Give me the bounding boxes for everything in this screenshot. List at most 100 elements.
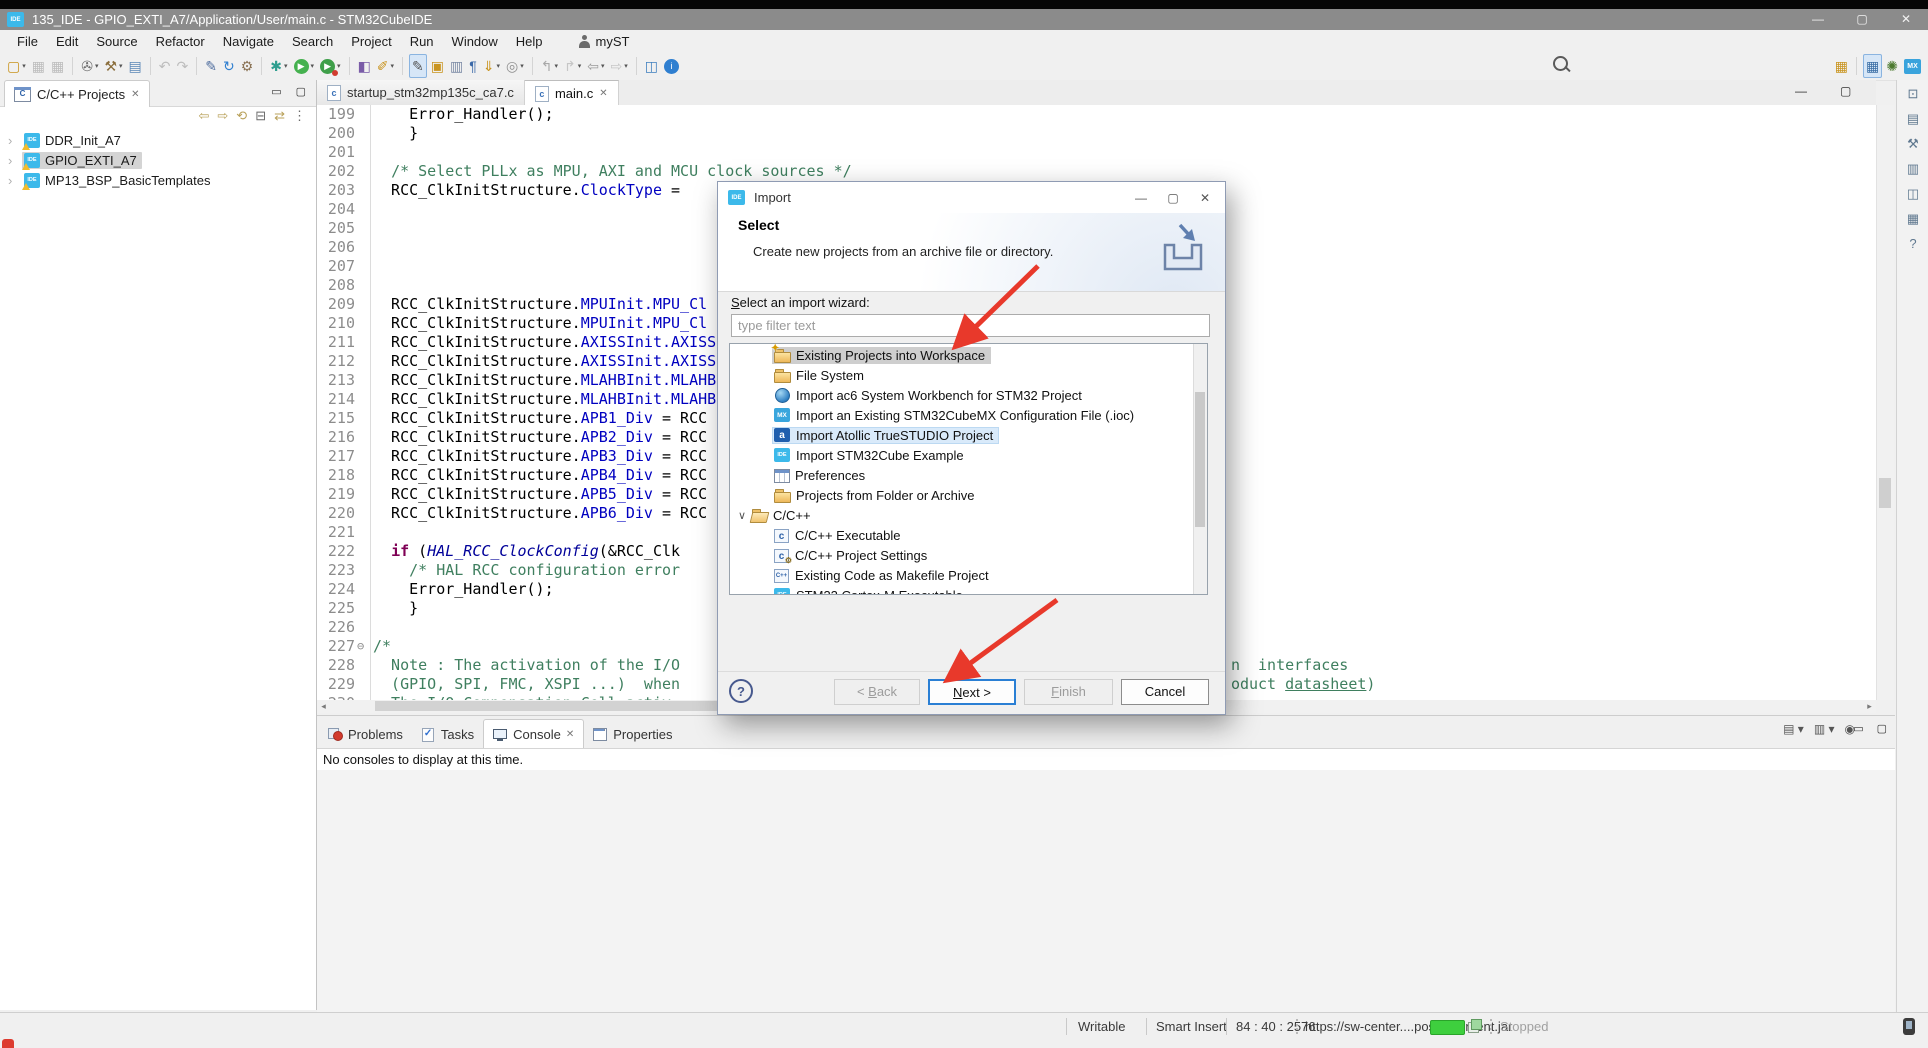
refresh-icon[interactable]: ↻ <box>221 55 237 77</box>
documentation-view-icon[interactable]: ▥ <box>1907 161 1919 177</box>
remote-device-icon[interactable] <box>1903 1018 1915 1035</box>
help-button[interactable]: ? <box>729 679 753 703</box>
scroll-left-icon[interactable]: ◂ <box>317 700 330 713</box>
show-templates-icon[interactable]: ▥ <box>448 55 465 77</box>
open-console-icon[interactable]: ▤ ▾ <box>1783 722 1804 736</box>
view-menu-icon[interactable]: ⋮ <box>293 108 306 124</box>
link-with-editor-icon[interactable]: ⇄ <box>274 108 285 124</box>
help-view-icon[interactable]: ? <box>1909 236 1916 251</box>
maximize-button[interactable]: ▢ <box>1840 9 1884 30</box>
menu-project[interactable]: Project <box>342 32 400 51</box>
build-targets-view-icon[interactable]: ⚒ <box>1907 136 1919 152</box>
menu-window[interactable]: Window <box>443 32 507 51</box>
collapse-all-icon[interactable]: ⊟ <box>255 108 266 124</box>
info-icon[interactable]: i <box>662 55 681 77</box>
editor-tab-main.c[interactable]: cmain.c✕ <box>525 80 619 106</box>
finish-button[interactable]: Finish <box>1024 679 1113 705</box>
forward-history-icon[interactable]: ⇨▾ <box>609 55 630 77</box>
open-type-icon[interactable]: ▣ <box>429 55 446 77</box>
wizard-item[interactable]: Projects from Folder or Archive <box>730 485 1208 505</box>
editor-vertical-scrollbar[interactable] <box>1876 105 1894 700</box>
scroll-right-icon[interactable]: ▸ <box>1863 700 1876 713</box>
expanded-chevron-icon[interactable]: ∨ <box>735 509 749 522</box>
wizard-item[interactable]: File System <box>730 365 1208 385</box>
menu-run[interactable]: Run <box>401 32 443 51</box>
close-tab-icon[interactable]: ✕ <box>566 729 574 740</box>
menu-edit[interactable]: Edit <box>47 32 87 51</box>
progress-view-icon[interactable] <box>1468 1019 1482 1032</box>
minimize-view-icon[interactable]: ▭ <box>271 85 281 98</box>
close-button[interactable]: ✕ <box>1884 9 1928 30</box>
wizard-list-scrollbar[interactable] <box>1193 344 1207 594</box>
wizard-item[interactable]: ✦Existing Projects into Workspace <box>730 345 1208 365</box>
new-source-file-icon[interactable]: ▤ <box>127 55 144 77</box>
wizard-item[interactable]: IDEImport STM32Cube Example <box>730 445 1208 465</box>
wizard-item[interactable]: aImport Atollic TrueSTUDIO Project <box>730 425 1208 445</box>
menu-file[interactable]: File <box>8 32 47 51</box>
myst-account[interactable]: myST <box>578 34 630 49</box>
include-browser-view-icon[interactable]: ◫ <box>1907 186 1919 202</box>
close-view-icon[interactable]: ✕ <box>131 89 139 100</box>
back-button[interactable]: < Back <box>834 679 920 705</box>
wizard-item[interactable]: ∨C/C++ <box>730 505 1195 525</box>
expand-chevron-icon[interactable]: › <box>8 133 22 148</box>
menu-help[interactable]: Help <box>507 32 552 51</box>
forward-icon[interactable]: ⇨ <box>217 108 228 124</box>
next-edit-location-icon[interactable]: ↱▾ <box>562 55 583 77</box>
close-tab-icon[interactable]: ✕ <box>599 88 607 99</box>
coverage-icon[interactable]: ◧ <box>356 55 373 77</box>
annotate-icon[interactable]: ✐▾ <box>375 55 396 77</box>
wizard-item[interactable]: cC/C++ Executable <box>730 525 1208 545</box>
wizard-item[interactable]: Import ac6 System Workbench for STM32 Pr… <box>730 385 1208 405</box>
next-button[interactable]: Next > <box>928 679 1016 705</box>
wizard-item[interactable]: MXImport an Existing STM32CubeMX Configu… <box>730 405 1208 425</box>
minimize-button[interactable]: — <box>1796 9 1840 30</box>
console-tab-tasks[interactable]: Tasks <box>412 720 483 748</box>
save-all-icon[interactable]: ▦ <box>49 55 66 77</box>
project-item[interactable]: ›IDEGPIO_EXTI_A7 <box>0 150 316 170</box>
save-icon[interactable]: ▦ <box>30 55 47 77</box>
debug-config-icon[interactable]: ✱▾ <box>268 55 289 77</box>
show-whitespace-icon[interactable]: ¶ <box>467 55 479 77</box>
maximize-view-icon[interactable]: ▢ <box>296 85 306 98</box>
redo-nav-icon[interactable]: ↷ <box>175 55 191 77</box>
console-tab-problems[interactable]: Problems <box>319 720 412 748</box>
link-with-editor-icon[interactable]: ◫ <box>643 55 660 77</box>
search-button[interactable] <box>1553 56 1568 76</box>
outline-view-icon[interactable]: ▤ <box>1907 111 1919 127</box>
menu-search[interactable]: Search <box>283 32 342 51</box>
last-edit-location-icon[interactable]: ↰▾ <box>539 55 560 77</box>
undo-nav-icon[interactable]: ↶ <box>157 55 173 77</box>
console-minimize-icon[interactable]: ▭ <box>1853 722 1863 735</box>
build-icon[interactable]: ⚒▾ <box>102 55 124 77</box>
debug-perspective-icon[interactable]: ✺ <box>1884 55 1900 77</box>
editor-tab-startup_stm32mp135c_ca7.c[interactable]: cstartup_stm32mp135c_ca7.c <box>317 80 525 105</box>
run-icon[interactable]: ▶▾ <box>292 55 317 77</box>
wizard-item[interactable]: cC/C++ Project Settings <box>730 545 1208 565</box>
restore-view-icon[interactable]: ⊡ <box>1908 86 1919 102</box>
new-wizard-icon[interactable]: ▢▾ <box>5 55 28 77</box>
project-item[interactable]: ›IDEDDR_Init_A7 <box>0 130 316 150</box>
dialog-minimize-button[interactable]: — <box>1125 183 1157 213</box>
expand-chevron-icon[interactable]: › <box>8 173 22 188</box>
menu-source[interactable]: Source <box>87 32 146 51</box>
sort-members-icon[interactable]: ⇓▾ <box>481 55 502 77</box>
scrollbar-thumb[interactable] <box>1195 392 1205 527</box>
cancel-button[interactable]: Cancel <box>1121 679 1209 705</box>
ant-build-icon[interactable]: ⚙ <box>239 55 256 77</box>
wizard-item[interactable]: C++Existing Code as Makefile Project <box>730 565 1208 585</box>
back-history-icon[interactable]: ⇦▾ <box>585 55 606 77</box>
menu-navigate[interactable]: Navigate <box>214 32 283 51</box>
mark-occurrences-icon[interactable]: ✎ <box>409 54 427 78</box>
fold-minus-icon[interactable]: ⊖ <box>357 637 364 656</box>
external-tools-icon[interactable]: ▶▾ <box>318 55 343 77</box>
cpp-perspective-icon[interactable]: ▦ <box>1863 54 1882 78</box>
call-hierarchy-view-icon[interactable]: ▦ <box>1907 211 1919 227</box>
back-icon[interactable]: ⇦ <box>198 108 209 124</box>
filter-input[interactable] <box>731 314 1210 337</box>
cubemx-perspective-icon[interactable]: MX <box>1902 55 1923 77</box>
wizard-item[interactable]: Preferences <box>730 465 1208 485</box>
project-item[interactable]: ›IDEMP13_BSP_BasicTemplates <box>0 170 316 190</box>
dialog-maximize-button[interactable]: ▢ <box>1157 183 1189 213</box>
open-perspective-icon[interactable]: ▦ <box>1833 55 1850 77</box>
